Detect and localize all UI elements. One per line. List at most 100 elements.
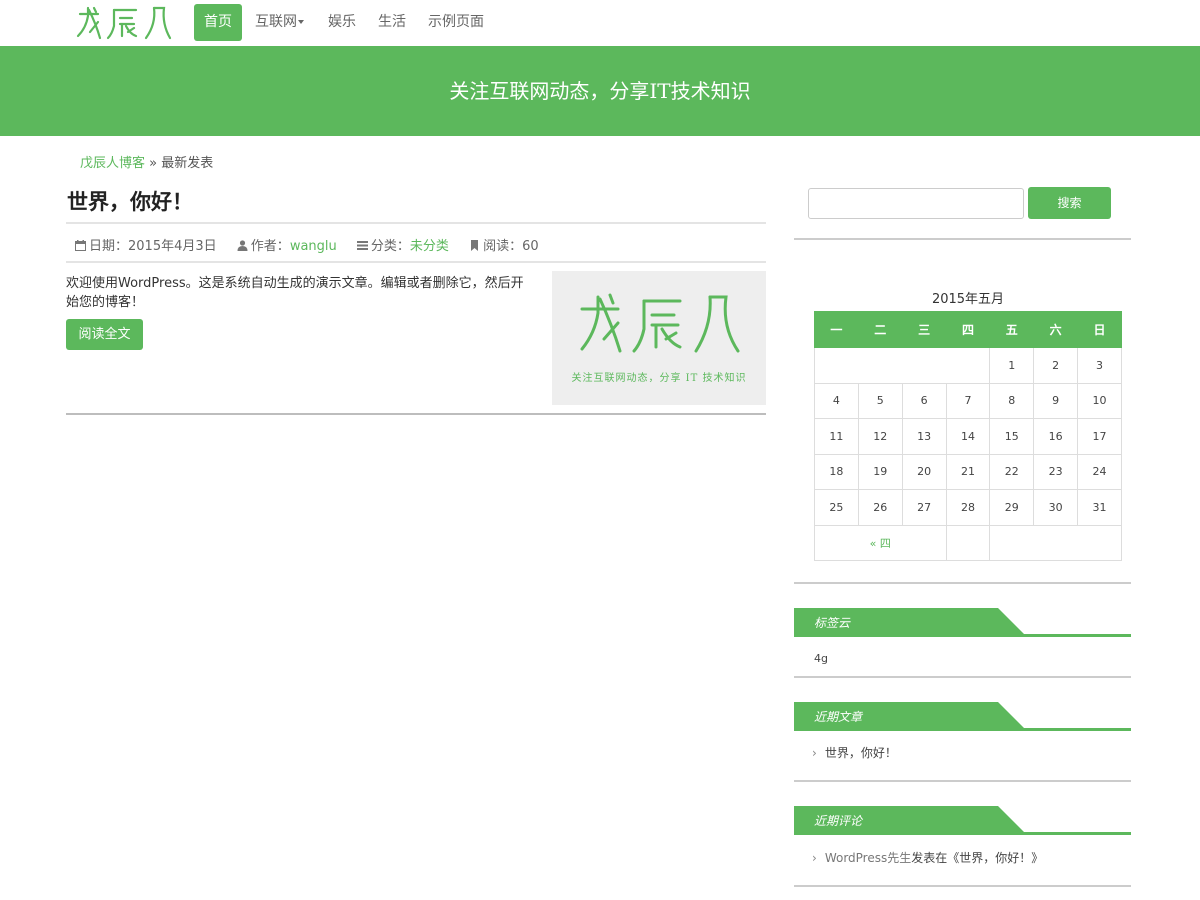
calendar-day: 5	[857, 382, 903, 419]
calendar-padding-cell	[813, 347, 991, 384]
calendar-day: 12	[857, 418, 903, 455]
calendar-day: 16	[1033, 418, 1079, 455]
calendar-day: 27	[901, 489, 947, 526]
top-navbar: 首页 互联网 娱乐 生活 示例页面	[0, 0, 1200, 46]
calendar-day: 7	[945, 382, 991, 419]
post-views-label: 阅读：	[483, 239, 523, 254]
post-category-label: 分类：	[370, 239, 410, 254]
calendar-day: 4	[814, 382, 859, 419]
post-category: 分类：未分类	[356, 235, 449, 254]
banner-slogan: 关注互联网动态，分享IT技术知识	[449, 79, 751, 103]
chevron-right-icon: ›	[812, 851, 817, 865]
calendar-day: 30	[1033, 489, 1079, 526]
calendar-week-row: 11 12 13 14 15 16 17	[814, 418, 1122, 455]
post-author: 作者：wanglu	[237, 235, 337, 254]
weekday-header: 日	[1077, 311, 1122, 348]
calendar-day: 6	[901, 382, 947, 419]
read-more-button[interactable]: 阅读全文	[66, 319, 143, 350]
list-icon	[356, 241, 368, 250]
calendar-icon	[75, 240, 86, 251]
tag-link[interactable]: 4g	[814, 652, 828, 665]
search-button[interactable]: 搜索	[1028, 187, 1111, 219]
calendar-day: 2	[1033, 347, 1079, 384]
calendar-caption: 2015年五月	[931, 292, 1005, 307]
calendar-day: 10	[1077, 382, 1122, 419]
calendar-week-row: 25 26 27 28 29 30 31	[814, 489, 1122, 526]
calendar-day: 25	[814, 489, 859, 526]
thumbnail-logo	[580, 293, 740, 353]
search-divider	[794, 238, 1131, 240]
post-date-label: 日期：	[89, 239, 129, 254]
calendar-prev-link[interactable]: « 四	[814, 524, 947, 561]
calendar-day: 11	[814, 418, 859, 455]
post-excerpt: 欢迎使用WordPress。这是系统自动生成的演示文章。编辑或者删除它，然后开始…	[66, 276, 524, 310]
calendar-pad	[945, 524, 991, 561]
calendar-day: 19	[857, 453, 903, 490]
calendar-weekday-row: 一 二 三 四 五 六 日	[814, 311, 1122, 348]
post-views-value: 60	[522, 239, 539, 254]
post-title[interactable]: 世界，你好！	[67, 186, 193, 216]
calendar-day: 29	[989, 489, 1035, 526]
calendar-day: 21	[945, 453, 991, 490]
calendar-day: 28	[945, 489, 991, 526]
breadcrumb-home-link[interactable]: 戊辰人博客	[80, 156, 145, 171]
search-input[interactable]	[808, 188, 1024, 219]
calendar-nav-row: « 四	[814, 524, 1122, 561]
post-thumbnail[interactable]: 关注互联网动态，分享 IT 技术知识	[552, 271, 766, 405]
calendar-day: 20	[901, 453, 947, 490]
thumbnail-slogan: 关注互联网动态，分享 IT 技术知识	[571, 373, 747, 384]
recent-comments-title: 近期评论	[814, 814, 863, 828]
calendar-day: 22	[989, 453, 1035, 490]
recent-comment-item: › WordPress先生发表在《世界，你好！》	[812, 849, 1043, 866]
post-title-divider	[66, 222, 766, 224]
nav-entertainment[interactable]: 娱乐	[328, 4, 356, 41]
post-author-label: 作者：	[250, 239, 290, 254]
weekday-header: 五	[989, 311, 1035, 348]
post-date-value: 2015年4月3日	[128, 239, 217, 254]
post-category-link[interactable]: 未分类	[410, 239, 449, 254]
breadcrumb: 戊辰人博客 » 最新发表	[80, 152, 213, 171]
calendar-day: 13	[901, 418, 947, 455]
site-banner: 关注互联网动态，分享IT技术知识	[0, 46, 1200, 136]
tag-cloud-title: 标签云	[814, 616, 851, 630]
site-logo[interactable]	[74, 4, 174, 40]
recent-posts-divider	[794, 780, 1131, 782]
calendar-divider	[794, 582, 1131, 584]
calendar-day: 23	[1033, 453, 1079, 490]
post-meta-divider	[66, 261, 766, 263]
nav-entertainment-label: 娱乐	[328, 14, 356, 30]
dropdown-caret-icon	[298, 20, 304, 24]
weekday-header: 一	[814, 311, 859, 348]
recent-comments-divider	[794, 885, 1131, 887]
post-author-link[interactable]: wanglu	[290, 239, 337, 254]
calendar-day: 26	[857, 489, 903, 526]
recent-post-link[interactable]: 世界，你好！	[825, 746, 897, 760]
weekday-header: 三	[901, 311, 947, 348]
calendar-week-row: 18 19 20 21 22 23 24	[814, 453, 1122, 490]
calendar-day: 18	[814, 453, 859, 490]
comment-author-link[interactable]: WordPress先生	[825, 851, 911, 865]
calendar-day: 8	[989, 382, 1035, 419]
breadcrumb-current: 最新发表	[161, 156, 214, 171]
chevron-right-icon: ›	[812, 746, 817, 760]
recent-post-item[interactable]: › 世界，你好！	[812, 744, 897, 761]
calendar-next-placeholder	[989, 524, 1122, 561]
calendar-day: 3	[1077, 347, 1122, 384]
nav-sample-page-label: 示例页面	[428, 14, 484, 30]
weekday-header: 四	[945, 311, 991, 348]
weekday-header: 二	[857, 311, 903, 348]
post-views: 阅读：60	[469, 235, 539, 254]
comment-post-link[interactable]: 发表在《世界，你好！》	[911, 851, 1043, 865]
calendar-week-row: 1 2 3	[813, 347, 1122, 384]
nav-sample-page[interactable]: 示例页面	[428, 4, 484, 41]
breadcrumb-separator: »	[149, 156, 158, 171]
nav-life[interactable]: 生活	[378, 4, 406, 41]
calendar-day: 24	[1077, 453, 1122, 490]
nav-home[interactable]: 首页	[194, 4, 242, 41]
post-meta: 日期：2015年4月3日 作者：wanglu 分类：未分类 阅读：60	[75, 235, 555, 254]
nav-internet[interactable]: 互联网	[255, 4, 304, 41]
calendar-day: 9	[1033, 382, 1079, 419]
bookmark-icon	[471, 240, 479, 251]
calendar-week-row: 4 5 6 7 8 9 10	[814, 382, 1122, 419]
tag-cloud-divider	[794, 676, 1131, 678]
